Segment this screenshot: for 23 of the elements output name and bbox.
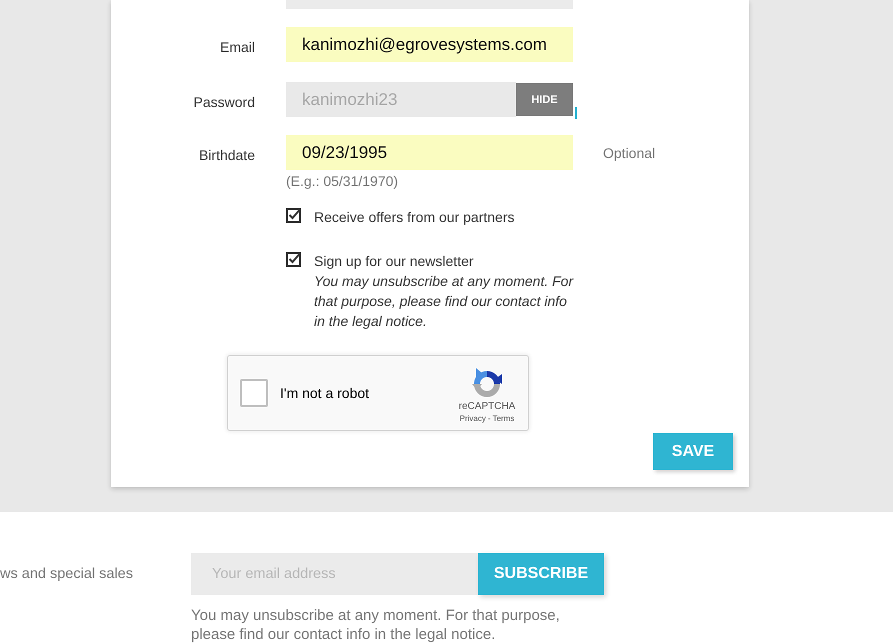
captcha-brand: reCAPTCHA bbox=[458, 401, 516, 413]
format-hint: (E.g.: 05/31/1970) bbox=[286, 172, 398, 191]
checkbox-label: Sign up for our newsletter bbox=[314, 252, 474, 271]
field-label: Email bbox=[218, 38, 255, 54]
input-field[interactable]: kanimozhi@egrovesystems.com bbox=[286, 27, 573, 62]
checkbox[interactable] bbox=[286, 252, 301, 267]
cursor-icon bbox=[575, 107, 577, 119]
captcha-logo-icon bbox=[471, 367, 503, 399]
optional-note: Optional bbox=[603, 144, 656, 160]
field-label: Birthdate bbox=[198, 146, 255, 162]
input-field[interactable]: 09/23/1995 bbox=[286, 135, 573, 170]
field-label: Password bbox=[192, 92, 255, 110]
link-separator: - bbox=[488, 413, 491, 425]
terms-link[interactable]: Terms bbox=[492, 413, 514, 425]
checkbox-label: Receive offers from our partners bbox=[314, 208, 514, 227]
privacy-link[interactable]: Privacy bbox=[460, 413, 486, 425]
captcha-label: I'm not a robot bbox=[280, 385, 370, 401]
checkbox[interactable] bbox=[286, 208, 301, 223]
hide-button[interactable]: HIDE bbox=[516, 83, 573, 116]
newsletter-note: You may unsubscribe at any moment. For that purpose, please find our contact info in the legal notice. bbox=[191, 606, 561, 644]
footer-text: ws and special sales bbox=[0, 565, 134, 584]
newsletter-description: You may unsubscribe at any moment. For that purpose, please find our contact info in the legal notice. bbox=[314, 272, 574, 331]
captcha-checkbox[interactable] bbox=[240, 379, 268, 407]
